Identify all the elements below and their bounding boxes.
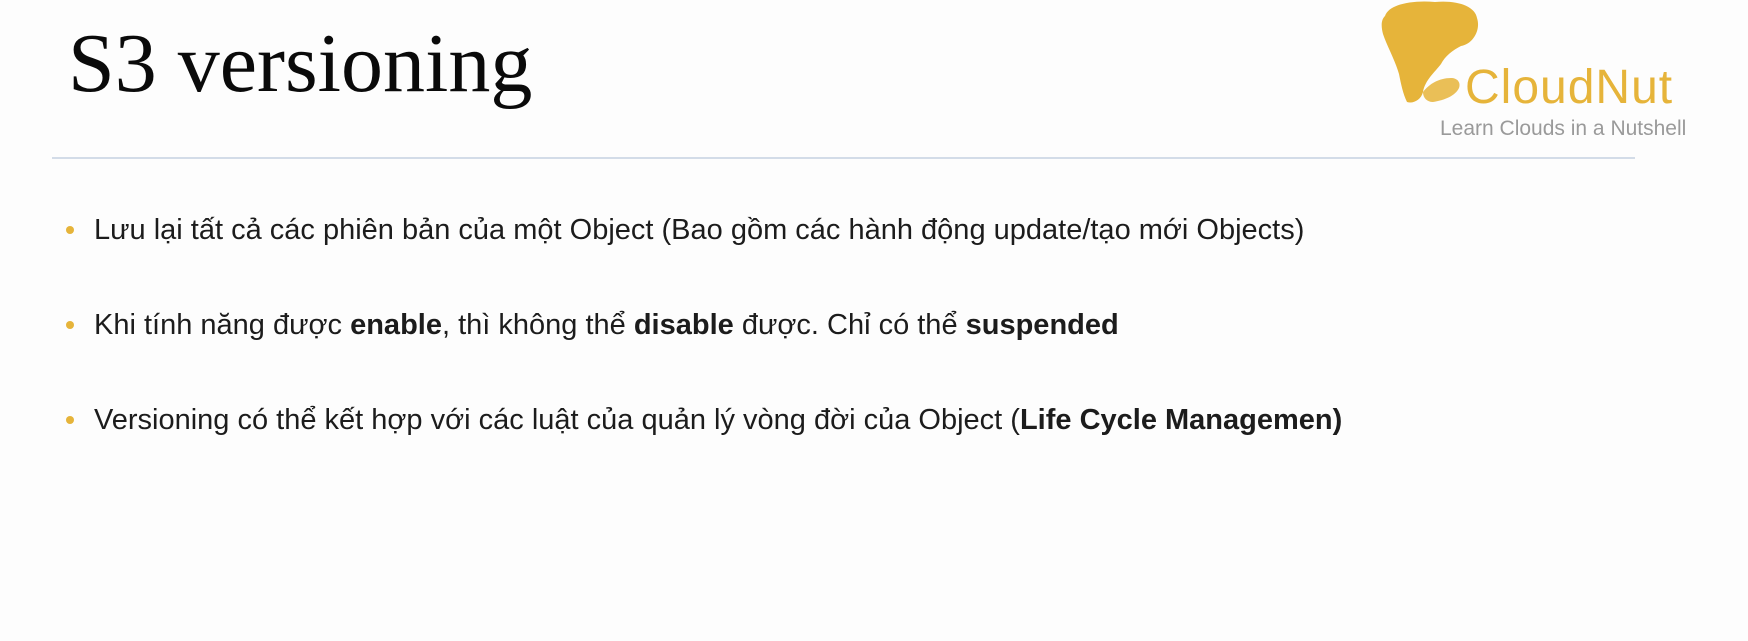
bullet-bold-lifecycle: Life Cycle Managemen) (1019, 404, 1343, 436)
bullet-dot-icon (66, 321, 74, 329)
bullet-item-3: Versioning có thể kết hợp với các luật c… (66, 400, 1342, 440)
bullet-item-2: Khi tính năng được enable, thì không thể… (66, 305, 1342, 345)
bullet-list: Lưu lại tất cả các phiên bản của một Obj… (66, 210, 1342, 495)
logo-word-cloud: Cloud (1465, 61, 1596, 114)
cloudnut-logo: CloudNut Learn Clouds in a Nutshell (1365, 0, 1725, 150)
bullet-text-part: , thì không thể (441, 309, 634, 341)
logo-word-nut: Nut (1595, 61, 1674, 114)
bullet-dot-icon (66, 226, 74, 234)
bullet-text-part: Versioning có thể kết hợp với các luật c… (94, 404, 1020, 436)
bullet-bold-disable: disable (633, 309, 734, 341)
title-divider (52, 157, 1635, 159)
bullet-text-part: Khi tính năng được (94, 309, 351, 341)
slide: S3 versioning CloudNut Learn Clouds in a… (0, 0, 1748, 641)
slide-title: S3 versioning (68, 17, 533, 110)
logo-wordmark: CloudNut (1465, 60, 1673, 115)
bullet-bold-enable: enable (350, 309, 442, 341)
bullet-item-1: Lưu lại tất cả các phiên bản của một Obj… (66, 210, 1342, 250)
bullet-text-part: được. Chỉ có thể (733, 309, 966, 341)
bullet-text: Lưu lại tất cả các phiên bản của một Obj… (94, 214, 1305, 246)
bullet-dot-icon (66, 416, 74, 424)
bullet-bold-suspended: suspended (965, 309, 1119, 341)
logo-tagline: Learn Clouds in a Nutshell (1440, 117, 1687, 140)
